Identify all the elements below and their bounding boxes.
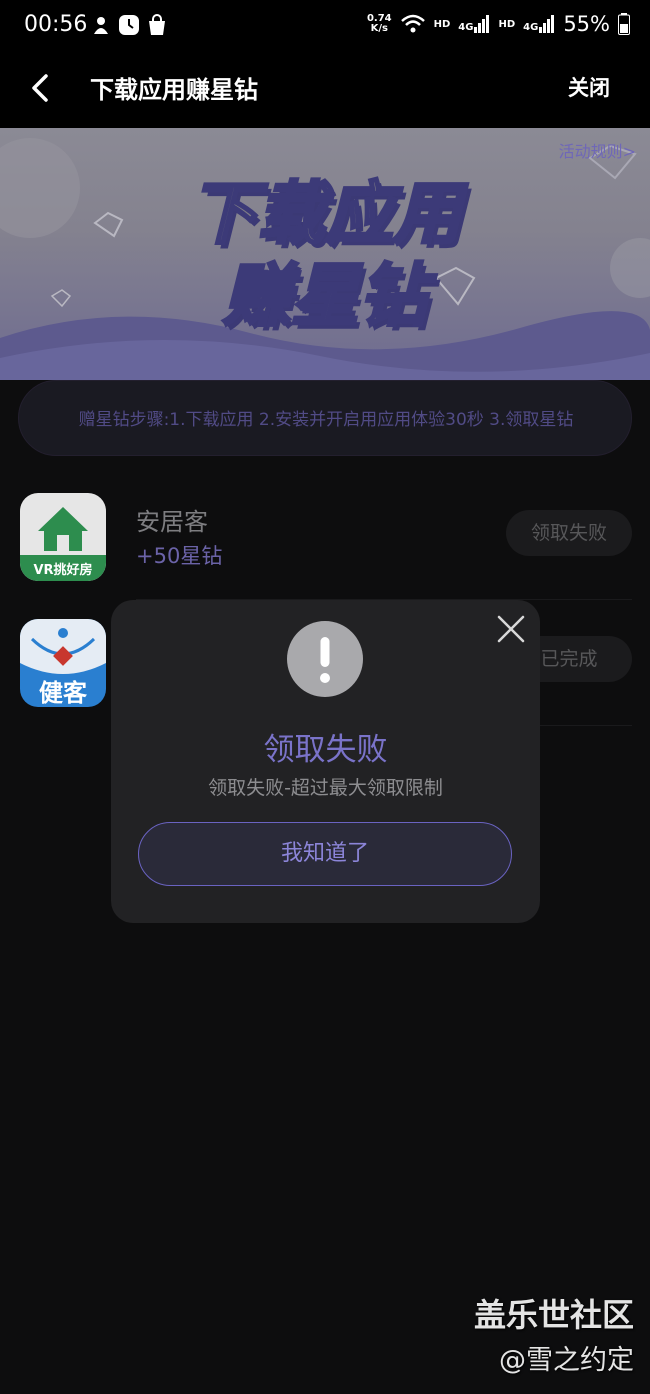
app-list-item: VR挑好房 安居客 +50星钻 领取失败 <box>0 474 650 600</box>
network-speed: 0.74 K/s <box>367 14 392 34</box>
jianke-icon-caption: 健客 <box>39 679 87 707</box>
network-type-2: 4G <box>523 22 539 33</box>
claim-failed-dialog: 领取失败 领取失败-超过最大领取限制 我知道了 <box>111 600 540 923</box>
banner-headline-line2: 赚星钻 <box>221 256 428 338</box>
watermark-community: 盖乐世社区 <box>473 1296 634 1334</box>
wifi-icon <box>400 14 425 33</box>
signal-bars-2-icon <box>539 15 555 33</box>
back-arrow-icon[interactable] <box>24 70 60 106</box>
anjuke-app-icon: VR挑好房 <box>20 493 106 581</box>
network-type-1: 4G <box>458 22 474 33</box>
hd-indicator-1: HD <box>433 18 451 30</box>
dialog-title: 领取失败 <box>263 732 388 768</box>
status-bar: 00:56 0.74 K/s HD 4G HD 4G 55% <box>0 0 650 52</box>
clock-app-icon <box>119 15 139 35</box>
signal-bars-1-icon <box>474 15 490 33</box>
battery-icon <box>618 13 630 35</box>
status-time: 00:56 <box>24 12 88 37</box>
battery-percent: 55% <box>563 12 610 36</box>
close-button[interactable]: 关闭 <box>568 72 610 102</box>
app-name: 安居客 <box>136 508 208 536</box>
screen: 00:56 0.74 K/s HD 4G HD 4G 55% 下载应用赚星钻 关… <box>0 0 650 1394</box>
alert-icon <box>287 621 363 697</box>
app-reward: +50星钻 <box>136 544 223 568</box>
activity-rules-link[interactable]: 活动规则> <box>559 138 636 162</box>
close-icon[interactable] <box>496 614 526 644</box>
signal-1: 4G <box>458 15 490 33</box>
notification-app-icon <box>94 17 108 34</box>
claim-status-button[interactable]: 领取失败 <box>506 510 632 556</box>
steps-text: 赠星钻步骤:1.下载应用 2.安装并开启用应用体验30秒 3.领取星钻 <box>78 410 574 430</box>
network-speed-unit: K/s <box>370 23 388 34</box>
hd-indicator-2: HD <box>498 18 516 30</box>
confirm-button[interactable]: 我知道了 <box>138 822 512 886</box>
shopping-bag-icon <box>149 14 165 35</box>
app-bar: 下载应用赚星钻 关闭 <box>0 52 650 128</box>
signal-2: 4G <box>523 15 555 33</box>
watermark-author: @雪之约定 <box>499 1345 634 1376</box>
anjuke-icon-caption: VR挑好房 <box>33 563 93 578</box>
page-title: 下载应用赚星钻 <box>90 76 258 104</box>
status-indicators: 0.74 K/s HD 4G HD 4G 55% <box>367 12 630 36</box>
steps-banner: 赠星钻步骤:1.下载应用 2.安装并开启用应用体验30秒 3.领取星钻 <box>18 380 632 456</box>
promo-banner: 下载应用 赚星钻 活动规则> <box>0 128 650 380</box>
jianke-app-icon: 健客 <box>20 619 106 707</box>
dialog-message: 领取失败-超过最大领取限制 <box>208 777 443 799</box>
